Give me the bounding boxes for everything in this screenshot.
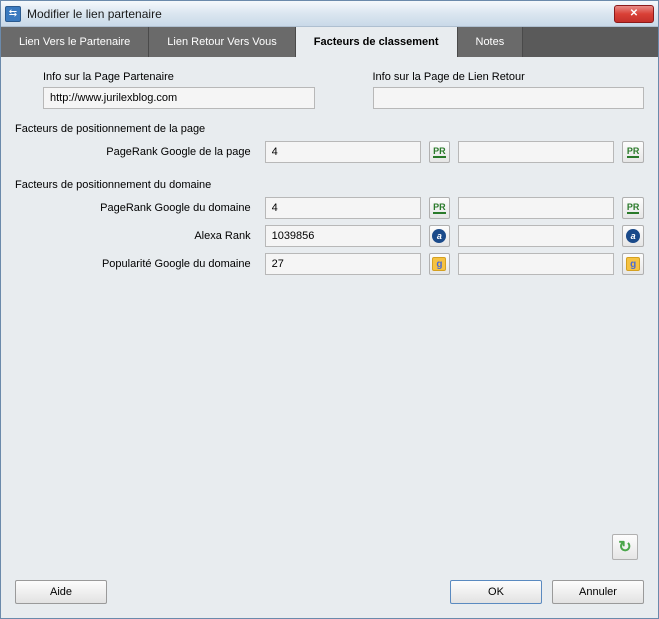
google-popularity-icon: g bbox=[432, 257, 446, 271]
tab-ranking-factors[interactable]: Facteurs de classement bbox=[296, 27, 458, 57]
alexa-left-input[interactable] bbox=[265, 225, 421, 247]
tab-return-link[interactable]: Lien Retour Vers Vous bbox=[149, 27, 295, 57]
gpop-right-input[interactable] bbox=[458, 253, 614, 275]
gpop-left-input[interactable] bbox=[265, 253, 421, 275]
tab-bar: Lien Vers le Partenaire Lien Retour Vers… bbox=[1, 27, 658, 57]
alexa-right-input[interactable] bbox=[458, 225, 614, 247]
domain-factors-header: Facteurs de positionnement du domaine bbox=[15, 179, 644, 191]
page-pr-left-input[interactable] bbox=[265, 141, 421, 163]
domain-pr-right-input[interactable] bbox=[458, 197, 614, 219]
pagerank-icon: PR bbox=[433, 147, 446, 158]
alexa-label: Alexa Rank bbox=[15, 230, 257, 242]
page-pr-left-fetch-button[interactable]: PR bbox=[429, 141, 451, 163]
alexa-right-fetch-button[interactable]: a bbox=[622, 225, 644, 247]
domain-pr-left-input[interactable] bbox=[265, 197, 421, 219]
button-bar: Aide OK Annuler bbox=[1, 572, 658, 618]
alexa-row: Alexa Rank a a bbox=[15, 225, 644, 247]
return-info-col: Info sur la Page de Lien Retour bbox=[345, 71, 645, 109]
return-info-label: Info sur la Page de Lien Retour bbox=[373, 71, 645, 83]
page-pr-row: PageRank Google de la page PR PR bbox=[15, 141, 644, 163]
info-row: Info sur la Page Partenaire Info sur la … bbox=[15, 71, 644, 109]
partner-info-col: Info sur la Page Partenaire bbox=[15, 71, 315, 109]
tab-partner-link[interactable]: Lien Vers le Partenaire bbox=[1, 27, 149, 57]
app-icon: ⇆ bbox=[5, 6, 21, 22]
refresh-icon: ↻ bbox=[618, 537, 631, 557]
gpop-label: Popularité Google du domaine bbox=[15, 258, 257, 270]
domain-pr-left-fetch-button[interactable]: PR bbox=[429, 197, 451, 219]
tab-notes[interactable]: Notes bbox=[458, 27, 524, 57]
alexa-icon: a bbox=[626, 229, 640, 243]
alexa-icon: a bbox=[432, 229, 446, 243]
partner-info-label: Info sur la Page Partenaire bbox=[43, 71, 315, 83]
button-spacer bbox=[117, 580, 440, 604]
gpop-right-fetch-button[interactable]: g bbox=[622, 253, 644, 275]
google-popularity-icon: g bbox=[626, 257, 640, 271]
help-button[interactable]: Aide bbox=[15, 580, 107, 604]
titlebar: ⇆ Modifier le lien partenaire ✕ bbox=[1, 1, 658, 27]
partner-url-input[interactable] bbox=[43, 87, 315, 109]
content-spacer bbox=[15, 281, 644, 530]
pagerank-icon: PR bbox=[433, 203, 446, 214]
refresh-all-button[interactable]: ↻ bbox=[612, 534, 638, 560]
gpop-row: Popularité Google du domaine g g bbox=[15, 253, 644, 275]
cancel-button[interactable]: Annuler bbox=[552, 580, 644, 604]
domain-pr-row: PageRank Google du domaine PR PR bbox=[15, 197, 644, 219]
content-panel: Info sur la Page Partenaire Info sur la … bbox=[1, 57, 658, 572]
ok-button[interactable]: OK bbox=[450, 580, 542, 604]
page-pr-right-fetch-button[interactable]: PR bbox=[622, 141, 644, 163]
page-pr-label: PageRank Google de la page bbox=[15, 146, 257, 158]
gpop-left-fetch-button[interactable]: g bbox=[429, 253, 451, 275]
window-title: Modifier le lien partenaire bbox=[27, 7, 614, 21]
close-button[interactable]: ✕ bbox=[614, 5, 654, 23]
pagerank-icon: PR bbox=[627, 147, 640, 158]
domain-pr-right-fetch-button[interactable]: PR bbox=[622, 197, 644, 219]
dialog-window: ⇆ Modifier le lien partenaire ✕ Lien Ver… bbox=[0, 0, 659, 619]
alexa-left-fetch-button[interactable]: a bbox=[429, 225, 451, 247]
pagerank-icon: PR bbox=[627, 203, 640, 214]
page-pr-right-input[interactable] bbox=[458, 141, 614, 163]
return-url-input[interactable] bbox=[373, 87, 645, 109]
page-factors-header: Facteurs de positionnement de la page bbox=[15, 123, 644, 135]
domain-pr-label: PageRank Google du domaine bbox=[15, 202, 257, 214]
